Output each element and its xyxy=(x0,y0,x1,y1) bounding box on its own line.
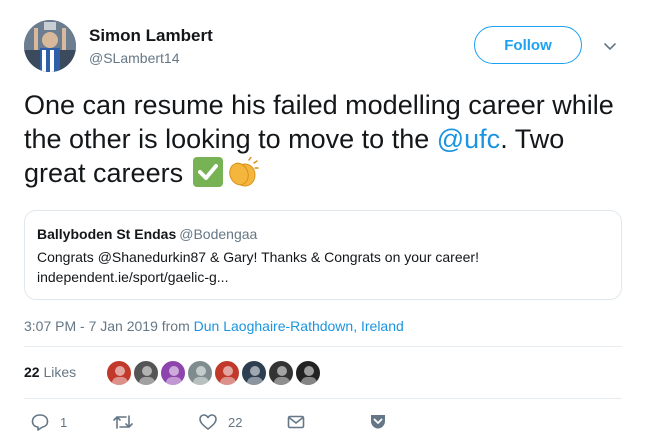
liker-avatars xyxy=(106,360,322,386)
divider xyxy=(24,398,622,399)
likes-number: 22 xyxy=(24,364,40,380)
tweet-actions: 1 22 xyxy=(24,408,622,436)
likes-count[interactable]: 22 Likes xyxy=(24,364,76,380)
author-name[interactable]: Simon Lambert xyxy=(89,26,213,46)
reply-count: 1 xyxy=(60,414,68,430)
author-info[interactable]: Simon Lambert @SLambert14 xyxy=(89,26,213,68)
reply-button[interactable]: 1 xyxy=(30,408,67,436)
retweet-button[interactable] xyxy=(112,408,144,436)
follow-button[interactable]: Follow xyxy=(474,26,582,64)
quoted-author-handle: @Bodengaa xyxy=(179,226,258,242)
tweet-metadata: 3:07 PM - 7 Jan 2019 from Dun Laoghaire-… xyxy=(24,318,404,334)
tweet-header: Simon Lambert @SLambert14 Follow xyxy=(24,18,628,76)
liker-avatar[interactable] xyxy=(106,360,132,386)
quoted-tweet-text: Congrats @Shanedurkin87 & Gary! Thanks &… xyxy=(37,247,609,287)
liker-avatar[interactable] xyxy=(295,360,321,386)
author-avatar[interactable] xyxy=(24,20,76,72)
divider xyxy=(24,346,622,347)
quoted-tweet[interactable]: Ballyboden St Endas @Bodengaa Congrats @S… xyxy=(24,210,622,300)
tweet-location[interactable]: Dun Laoghaire-Rathdown, Ireland xyxy=(194,318,404,334)
heart-icon xyxy=(199,414,217,430)
reply-icon xyxy=(31,414,49,431)
chevron-down-icon[interactable] xyxy=(602,38,618,54)
likes-row: 22 Likes xyxy=(24,348,622,398)
direct-message-button[interactable] xyxy=(286,408,306,436)
likes-label: Likes xyxy=(43,364,77,380)
liker-avatar[interactable] xyxy=(268,360,294,386)
liker-avatar[interactable] xyxy=(160,360,186,386)
tweet-text: One can resume his failed modelling care… xyxy=(24,88,624,190)
mention-link[interactable]: @ufc xyxy=(437,124,500,154)
like-button[interactable]: 22 xyxy=(198,408,242,436)
liker-avatar[interactable] xyxy=(241,360,267,386)
quoted-author-name: Ballyboden St Endas xyxy=(37,226,177,242)
quoted-tweet-header: Ballyboden St Endas @Bodengaa xyxy=(37,225,609,243)
liker-avatar[interactable] xyxy=(187,360,213,386)
tweet-timestamp[interactable]: 3:07 PM - 7 Jan 2019 from xyxy=(24,318,190,334)
pocket-icon xyxy=(371,415,385,429)
quoted-tweet-link: independent.ie/sport/gaelic-g... xyxy=(37,269,229,285)
author-handle[interactable]: @SLambert14 xyxy=(89,48,213,68)
envelope-icon xyxy=(287,415,305,429)
like-count: 22 xyxy=(228,414,243,430)
retweet-icon xyxy=(113,415,133,429)
quoted-tweet-line: Congrats @Shanedurkin87 & Gary! Thanks &… xyxy=(37,249,479,265)
save-button[interactable] xyxy=(368,408,388,436)
clapping-hands-emoji-icon xyxy=(225,156,259,187)
check-mark-emoji-icon xyxy=(192,157,223,187)
liker-avatar[interactable] xyxy=(214,360,240,386)
liker-avatar[interactable] xyxy=(133,360,159,386)
